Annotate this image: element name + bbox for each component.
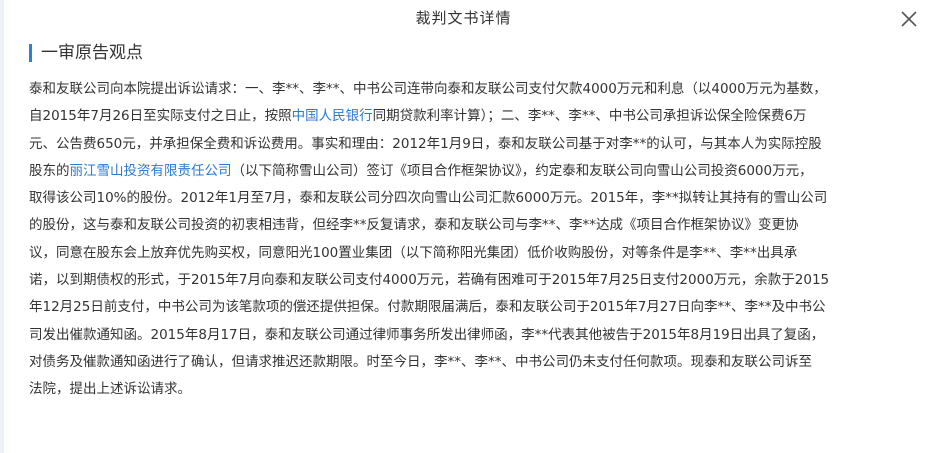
text-segment: 议，同意在股东会上放弃优先购买权，同意阳光100置业集团（以下简称阳光集团）低价… — [29, 244, 798, 261]
entity-link[interactable]: 丽江雪山投资有限责任公司 — [70, 163, 232, 179]
text-line: 司发出催款通知函。2015年8月17日，泰和友联公司通过律师事务所发出律师函，李… — [29, 322, 907, 349]
judgment-detail-dialog: 裁判文书详情 一审原告观点 泰和友联公司向本院提出诉讼请求：一、李**、李**、… — [0, 0, 927, 453]
text-line: 诺，以到期债权的形式，于2015年7月向泰和友联公司支付4000万元，若确有困难… — [29, 267, 907, 294]
entity-link[interactable]: 中国人民银行 — [292, 108, 373, 124]
text-segment: 司发出催款通知函。2015年8月17日，泰和友联公司通过律师事务所发出律师函，李… — [29, 326, 825, 343]
text-line: 元、公告费650元，并承担保全费和诉讼费用。事实和理由：2012年1月9日，泰和… — [29, 131, 907, 158]
text-segment: 的股份，这与泰和友联公司投资的初衷相违背，但经李**反复请求，泰和友联公司与李*… — [29, 217, 799, 234]
text-segment: 泰和友联公司向本院提出诉讼请求：一、李**、李**、中书公司连带向泰和友联公司支… — [29, 81, 827, 97]
text-segment: 对债务及催款通知函进行了确认，但请求推迟还款期限。时至今日，李**、李**、中书… — [29, 353, 812, 370]
section-heading-text: 一审原告观点 — [41, 43, 143, 63]
text-line: 议，同意在股东会上放弃优先购买权，同意阳光100置业集团（以下简称阳光集团）低价… — [29, 240, 907, 267]
text-segment: 股东的 — [29, 162, 70, 179]
text-line: 的股份，这与泰和友联公司投资的初衷相违背，但经李**反复请求，泰和友联公司与李*… — [29, 212, 907, 239]
text-line: 法院，提出上述诉讼请求。 — [29, 376, 907, 403]
text-segment: 自2015年7月26日至实际支付之日止，按照 — [29, 108, 292, 125]
section-heading: 一审原告观点 — [29, 42, 143, 64]
dialog-header: 裁判文书详情 — [0, 0, 927, 38]
text-segment: 法院，提出上述诉讼请求。 — [29, 381, 191, 398]
text-line: 股东的丽江雪山投资有限责任公司（以下简称雪山公司）签订《项目合作框架协议》，约定… — [29, 158, 907, 185]
text-segment: 元、公告费650元，并承担保全费和诉讼费用。事实和理由：2012年1月9日，泰和… — [29, 135, 822, 152]
dialog-title: 裁判文书详情 — [415, 9, 512, 27]
text-line: 自2015年7月26日至实际支付之日止，按照中国人民银行同期贷款利率计算）；二、… — [29, 103, 907, 130]
text-segment: （以下简称雪山公司）签订《项目合作框架协议》，约定泰和友联公司向雪山公司投资60… — [231, 162, 813, 179]
text-segment: 诺，以到期债权的形式，于2015年7月向泰和友联公司支付4000万元，若确有困难… — [29, 272, 830, 289]
text-segment: 取得该公司10%的股份。2012年1月至7月，泰和友联公司分四次向雪山公司汇款6… — [29, 190, 828, 207]
left-edge-shadow — [0, 0, 4, 453]
text-segment: 年12月25日前支付，中书公司为该笔款项的偿还提供担保。付款期限届满后，泰和友联… — [29, 299, 826, 316]
text-line: 对债务及催款通知函进行了确认，但请求推迟还款期限。时至今日，李**、李**、中书… — [29, 349, 907, 376]
text-segment: 同期贷款利率计算）；二、李**、李**、中书公司承担诉讼保全险保费6万 — [372, 108, 807, 125]
text-line: 年12月25日前支付，中书公司为该笔款项的偿还提供担保。付款期限届满后，泰和友联… — [29, 294, 907, 321]
close-icon[interactable] — [899, 9, 919, 29]
text-line: 取得该公司10%的股份。2012年1月至7月，泰和友联公司分四次向雪山公司汇款6… — [29, 185, 907, 212]
judgment-text: 泰和友联公司向本院提出诉讼请求：一、李**、李**、中书公司连带向泰和友联公司支… — [29, 76, 907, 404]
text-line: 泰和友联公司向本院提出诉讼请求：一、李**、李**、中书公司连带向泰和友联公司支… — [29, 76, 907, 103]
heading-accent-bar — [29, 44, 32, 62]
